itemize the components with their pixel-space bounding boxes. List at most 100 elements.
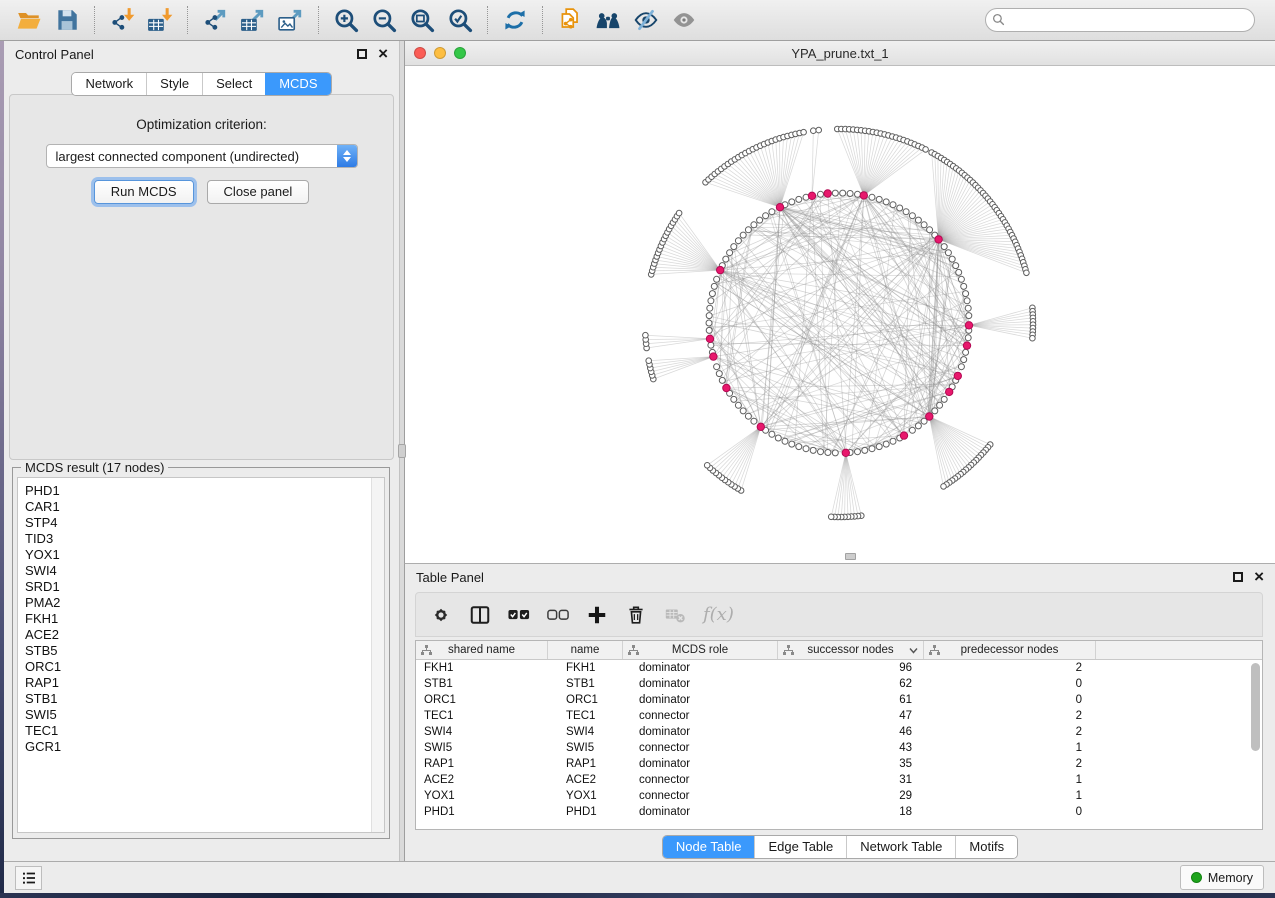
save-session-button[interactable] — [51, 5, 83, 35]
network-node[interactable] — [953, 263, 959, 269]
table-row[interactable]: YOX1YOX1connector291 — [416, 788, 1262, 804]
network-node[interactable] — [855, 191, 861, 197]
network-node[interactable] — [769, 209, 775, 215]
export-table-button[interactable] — [237, 5, 269, 35]
network-node[interactable] — [803, 446, 809, 452]
network-canvas[interactable] — [405, 66, 1274, 561]
mcds-result-item[interactable]: SRD1 — [25, 579, 384, 595]
splitter-grip[interactable] — [398, 444, 406, 458]
zoom-traffic-light[interactable] — [454, 47, 466, 59]
network-node[interactable] — [723, 256, 729, 262]
network-node[interactable] — [740, 408, 746, 414]
column-header-shared-name[interactable]: shared name — [416, 641, 548, 659]
open-file-button[interactable] — [13, 5, 45, 35]
mcds-result-item[interactable]: TEC1 — [25, 723, 384, 739]
network-node[interactable] — [716, 371, 722, 377]
mcds-node[interactable] — [963, 342, 970, 349]
column-header-name[interactable]: name — [548, 641, 623, 659]
export-network-button[interactable] — [199, 5, 231, 35]
network-node[interactable] — [927, 227, 933, 233]
add-row-button[interactable] — [586, 604, 608, 626]
show-columns-button[interactable] — [469, 604, 491, 626]
network-node[interactable] — [709, 291, 715, 297]
tab-network-table[interactable]: Network Table — [846, 836, 955, 858]
mcds-node[interactable] — [842, 449, 849, 456]
mcds-result-item[interactable]: RAP1 — [25, 675, 384, 691]
tab-network[interactable]: Network — [72, 73, 146, 95]
network-node[interactable] — [915, 423, 921, 429]
float-table-panel-icon[interactable] — [1233, 572, 1243, 582]
import-table-button[interactable] — [144, 5, 176, 35]
column-header-predecessor-nodes[interactable]: predecessor nodes — [924, 641, 1096, 659]
leaf-node[interactable] — [1030, 335, 1036, 341]
leaf-node[interactable] — [923, 147, 929, 153]
network-node[interactable] — [958, 364, 964, 370]
network-node[interactable] — [731, 396, 737, 402]
network-node[interactable] — [883, 199, 889, 205]
close-panel-button[interactable]: Close panel — [207, 180, 310, 204]
network-node[interactable] — [958, 276, 964, 282]
mcds-result-item[interactable]: FKH1 — [25, 611, 384, 627]
table-row[interactable]: SWI5SWI5connector431 — [416, 740, 1262, 756]
network-node[interactable] — [876, 444, 882, 450]
network-node[interactable] — [909, 213, 915, 219]
network-node[interactable] — [745, 227, 751, 233]
tab-style[interactable]: Style — [146, 73, 202, 95]
network-node[interactable] — [727, 250, 733, 256]
mcds-node[interactable] — [900, 432, 907, 439]
tab-select[interactable]: Select — [202, 73, 265, 95]
table-row[interactable]: TEC1TEC1connector472 — [416, 708, 1262, 724]
network-node[interactable] — [869, 446, 875, 452]
table-row[interactable]: STB1STB1dominator620 — [416, 676, 1262, 692]
network-node[interactable] — [775, 435, 781, 441]
network-node[interactable] — [731, 244, 737, 250]
network-node[interactable] — [735, 238, 741, 244]
mcds-result-item[interactable]: ACE2 — [25, 627, 384, 643]
zoom-selected-button[interactable] — [444, 5, 476, 35]
network-node[interactable] — [751, 418, 757, 424]
mcds-node[interactable] — [965, 322, 972, 329]
network-node[interactable] — [862, 447, 868, 453]
mcds-node[interactable] — [710, 353, 717, 360]
network-node[interactable] — [832, 190, 838, 196]
network-node[interactable] — [714, 364, 720, 370]
network-node[interactable] — [832, 450, 838, 456]
network-node[interactable] — [751, 222, 757, 228]
leaf-node[interactable] — [816, 127, 822, 133]
network-node[interactable] — [903, 209, 909, 215]
close-table-panel-icon[interactable]: × — [1254, 572, 1264, 582]
mcds-result-item[interactable]: GCR1 — [25, 739, 384, 755]
network-node[interactable] — [890, 202, 896, 208]
network-node[interactable] — [932, 408, 938, 414]
network-node[interactable] — [757, 217, 763, 223]
table-row[interactable]: FKH1FKH1dominator962 — [416, 660, 1262, 676]
zoom-fit-button[interactable] — [406, 5, 438, 35]
mcds-result-item[interactable]: SWI5 — [25, 707, 384, 723]
network-node[interactable] — [719, 377, 725, 383]
leaf-node[interactable] — [801, 129, 807, 135]
network-node[interactable] — [789, 199, 795, 205]
table-row[interactable]: ACE2ACE2connector311 — [416, 772, 1262, 788]
network-node[interactable] — [708, 298, 714, 304]
network-node[interactable] — [961, 357, 967, 363]
network-node[interactable] — [956, 269, 962, 275]
leaf-node[interactable] — [676, 210, 682, 216]
network-node[interactable] — [706, 313, 712, 319]
network-node[interactable] — [915, 217, 921, 223]
network-node[interactable] — [965, 335, 971, 341]
float-panel-icon[interactable] — [357, 49, 367, 59]
mcds-result-item[interactable]: STP4 — [25, 515, 384, 531]
leaf-node[interactable] — [941, 484, 947, 490]
network-node[interactable] — [714, 276, 720, 282]
network-node[interactable] — [796, 444, 802, 450]
network-node[interactable] — [855, 449, 861, 455]
leaf-node[interactable] — [1024, 270, 1030, 276]
binoculars-button[interactable] — [592, 5, 624, 35]
table-scrollbar-thumb[interactable] — [1251, 663, 1260, 751]
column-header-MCDS-role[interactable]: MCDS role — [623, 641, 778, 659]
leaf-node[interactable] — [828, 514, 834, 520]
network-node[interactable] — [707, 305, 713, 311]
network-node[interactable] — [963, 349, 969, 355]
refresh-button[interactable] — [499, 5, 531, 35]
clone-network-button[interactable] — [554, 5, 586, 35]
